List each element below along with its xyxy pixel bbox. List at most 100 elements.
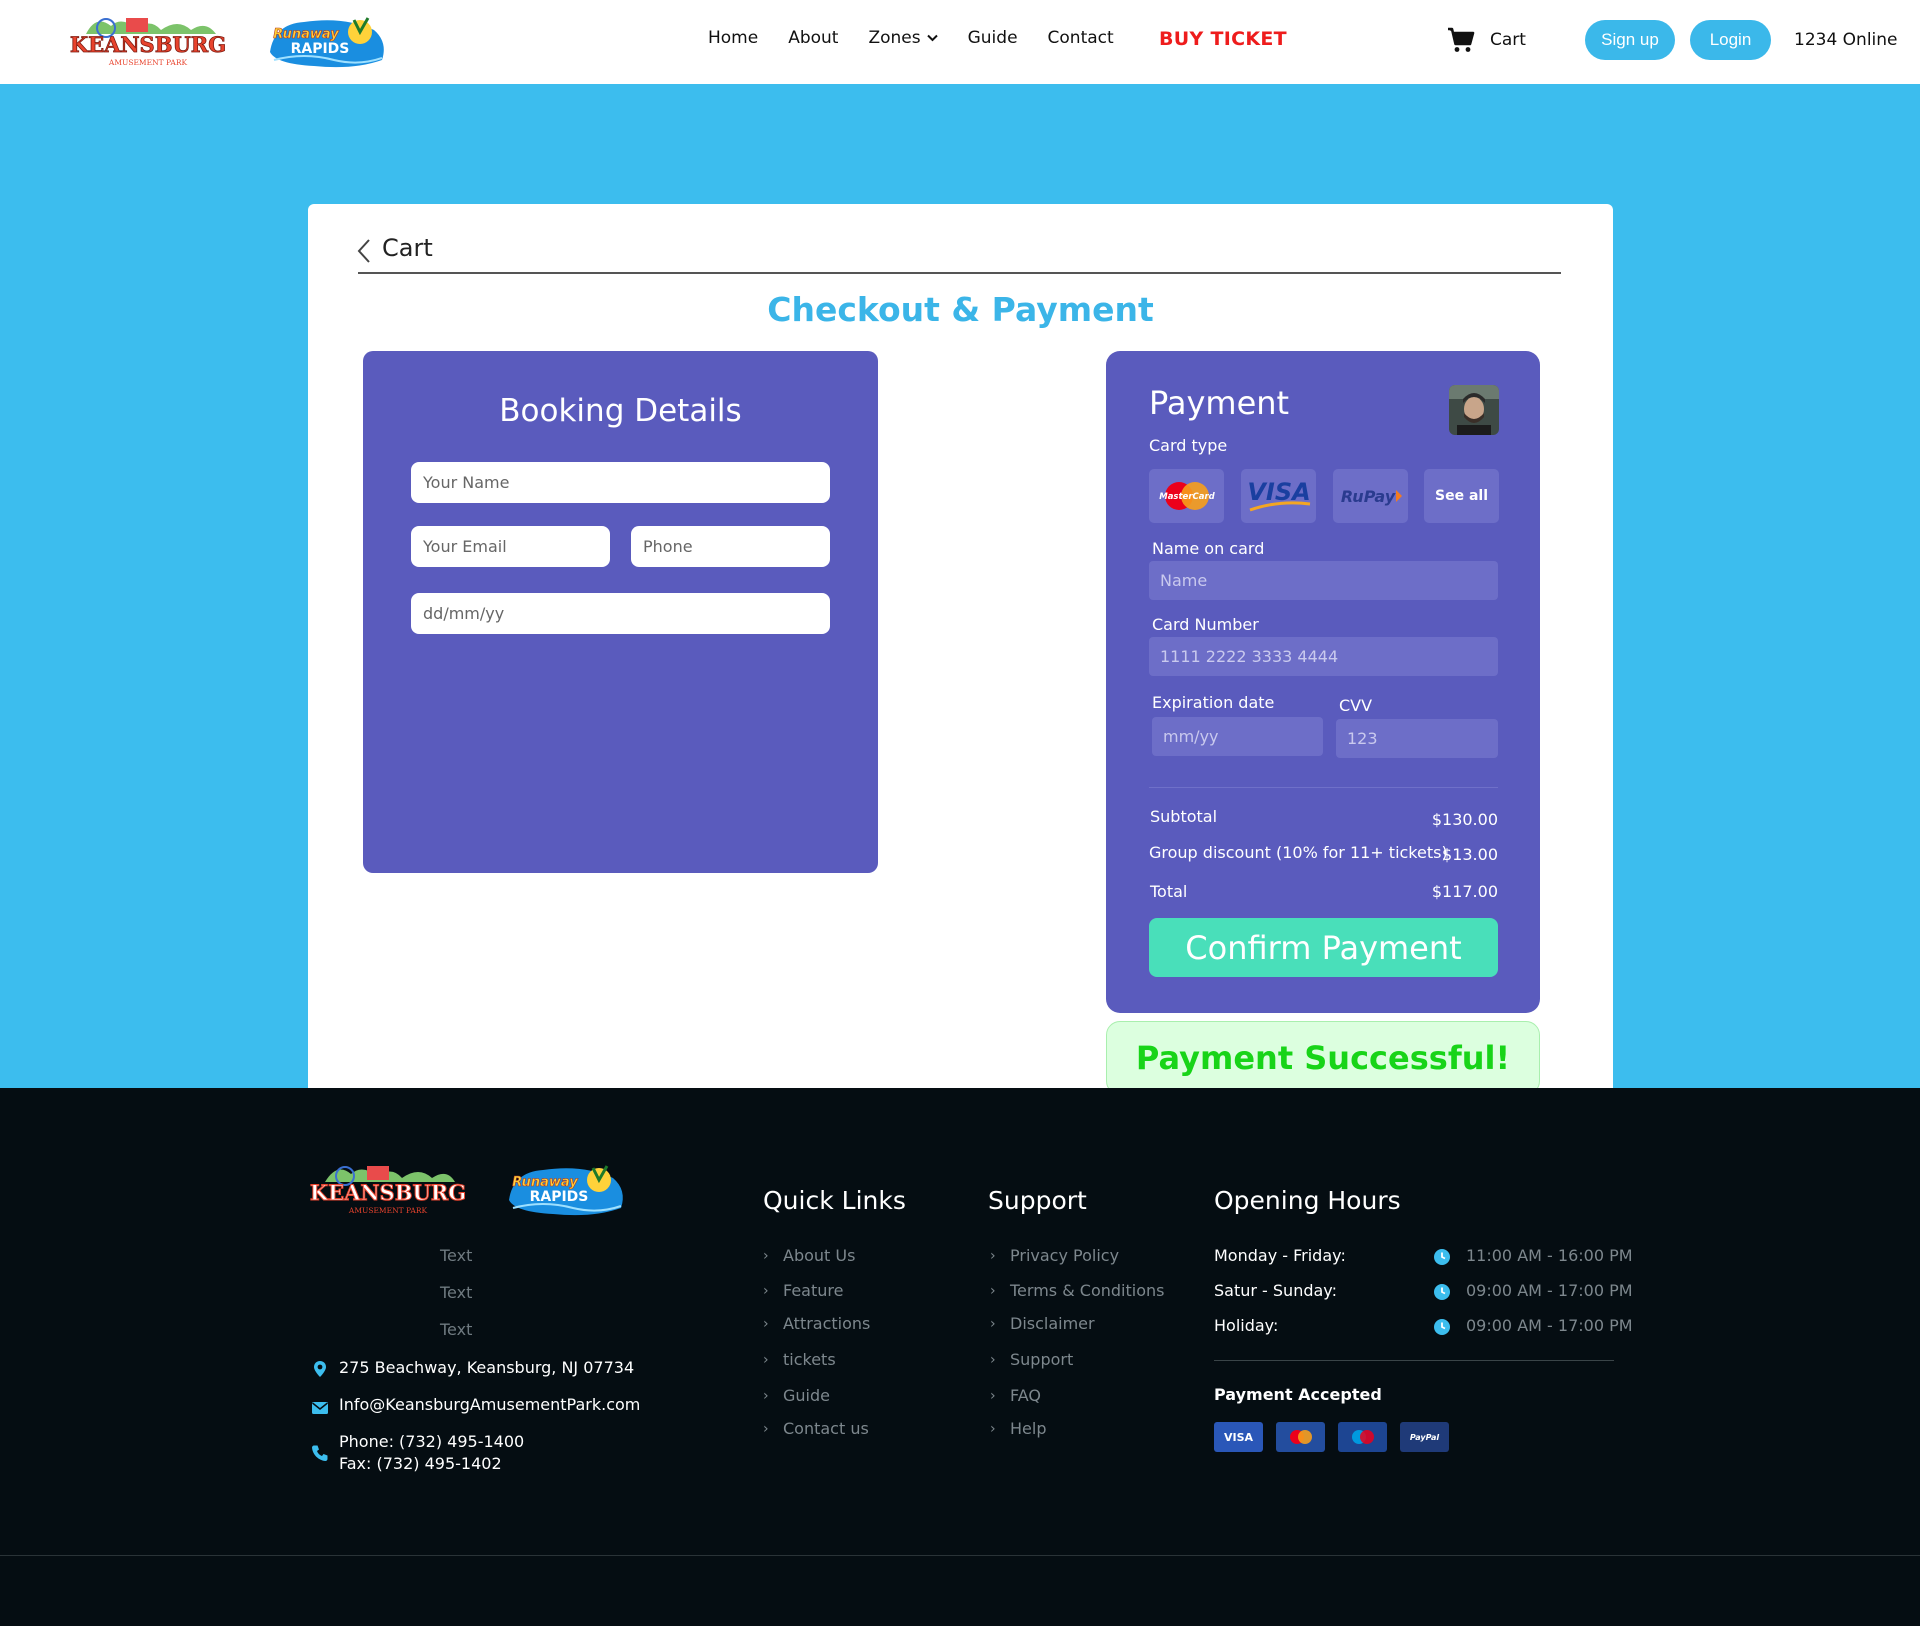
svg-text:AMUSEMENT PARK: AMUSEMENT PARK — [348, 1206, 428, 1215]
payment-accepted-label: Payment Accepted — [1214, 1385, 1382, 1404]
signup-button[interactable]: Sign up — [1585, 20, 1675, 60]
nav-zones[interactable]: Zones — [868, 28, 938, 48]
cart-link[interactable]: Cart — [1490, 30, 1526, 50]
paypal-payment-icon: PayPal — [1400, 1422, 1449, 1452]
buy-ticket-link[interactable]: BUY TICKET — [1159, 28, 1287, 50]
hours-time: 09:00 AM - 17:00 PM — [1466, 1281, 1633, 1300]
login-button[interactable]: Login — [1690, 20, 1771, 60]
footer-link-terms[interactable]: › Terms & Conditions — [990, 1281, 1164, 1300]
name-on-card-input[interactable] — [1149, 561, 1498, 600]
footer-phone: Phone: (732) 495-1400 — [339, 1432, 525, 1451]
card-type-mastercard[interactable]: MasterCard — [1149, 469, 1224, 523]
chevron-left-icon[interactable] — [356, 238, 372, 264]
card-number-input[interactable] — [1149, 637, 1498, 676]
nav-contact[interactable]: Contact — [1048, 28, 1114, 48]
footer-link-about-us[interactable]: › About Us — [763, 1246, 855, 1265]
footer-text-2: Text — [440, 1283, 473, 1302]
phone-input[interactable] — [631, 526, 830, 567]
checkout-card: Cart Checkout & Payment Booking Details … — [308, 204, 1613, 1114]
see-all-cards-button[interactable]: See all — [1424, 469, 1499, 523]
footer-text-3: Text — [440, 1320, 473, 1339]
chevron-right-icon: › — [763, 1282, 769, 1299]
footer-link-contact-us[interactable]: › Contact us — [763, 1419, 869, 1438]
footer-link-tickets[interactable]: › tickets — [763, 1350, 836, 1369]
card-type-rupay[interactable]: RuPay — [1333, 469, 1408, 523]
nav-guide[interactable]: Guide — [968, 28, 1018, 48]
back-to-cart-link[interactable]: Cart — [382, 234, 433, 262]
footer-link-label: Feature — [783, 1281, 844, 1300]
footer-link-help[interactable]: › Help — [990, 1419, 1046, 1438]
booking-title: Booking Details — [499, 393, 742, 429]
footer-link-support[interactable]: › Support — [990, 1350, 1073, 1369]
maestro-payment-icon — [1338, 1422, 1387, 1452]
footer-link-faq[interactable]: › FAQ — [990, 1386, 1041, 1405]
nav-home[interactable]: Home — [708, 28, 758, 48]
chevron-right-icon: › — [990, 1420, 996, 1437]
svg-text:MasterCard: MasterCard — [1159, 492, 1215, 502]
nav-zones-label: Zones — [868, 28, 921, 48]
chevron-right-icon: › — [763, 1351, 769, 1368]
card-number-label: Card Number — [1152, 615, 1259, 634]
see-all-label: See all — [1435, 488, 1488, 504]
footer-link-label: Terms & Conditions — [1010, 1281, 1165, 1300]
footer-email[interactable]: Info@KeansburgAmusementPark.com — [339, 1394, 640, 1416]
mastercard-icon: MasterCard — [1159, 482, 1215, 510]
keansburg-logo[interactable]: KEANSBURG AMUSEMENT PARK — [66, 12, 231, 72]
rupay-icon: RuPay — [1340, 487, 1402, 506]
clock-icon — [1434, 1249, 1450, 1265]
pm-label: VISA — [1223, 1430, 1254, 1444]
hours-time: 11:00 AM - 16:00 PM — [1466, 1246, 1633, 1265]
subtotal-value: $130.00 — [1431, 810, 1498, 829]
footer-keansburg-logo[interactable]: KEANSBURG AMUSEMENT PARK — [307, 1160, 469, 1220]
clock-icon — [1434, 1284, 1450, 1300]
cvv-input[interactable] — [1336, 719, 1498, 758]
visa-payment-icon: VISA — [1214, 1422, 1263, 1452]
footer-bottom-divider — [0, 1555, 1920, 1556]
avatar[interactable] — [1449, 385, 1499, 435]
hours-day: Satur - Sunday: — [1214, 1281, 1337, 1300]
visa-icon: VISA — [1247, 478, 1310, 512]
site-header: KEANSBURG AMUSEMENT PARK Runaway RAPIDS … — [0, 0, 1920, 84]
hours-day: Holiday: — [1214, 1316, 1279, 1335]
name-on-card-label: Name on card — [1152, 539, 1265, 558]
footer-link-label: Privacy Policy — [1010, 1246, 1120, 1265]
footer-link-feature[interactable]: › Feature — [763, 1281, 843, 1300]
chevron-right-icon: › — [990, 1247, 996, 1264]
header-divider — [358, 272, 1561, 274]
main-band: Cart Checkout & Payment Booking Details … — [0, 84, 1920, 1114]
runaway-rapids-logo[interactable]: Runaway RAPIDS — [264, 12, 389, 70]
svg-text:Runaway: Runaway — [512, 1175, 578, 1190]
svg-text:KEANSBURG: KEANSBURG — [310, 1180, 466, 1205]
chevron-right-icon: › — [763, 1420, 769, 1437]
payment-title: Payment — [1149, 384, 1290, 422]
svg-text:RuPay: RuPay — [1340, 487, 1395, 506]
footer-link-disclaimer[interactable]: › Disclaimer — [990, 1314, 1095, 1333]
footer-link-label: Help — [1010, 1419, 1047, 1438]
expiration-input[interactable] — [1152, 717, 1323, 756]
clock-icon — [1434, 1319, 1450, 1335]
card-type-visa[interactable]: VISA — [1241, 469, 1316, 523]
date-input[interactable] — [411, 593, 830, 634]
cart-icon[interactable] — [1447, 27, 1475, 53]
payment-panel: Payment Card type MasterCard VISA RuPay … — [1106, 351, 1540, 1013]
svg-text:RAPIDS: RAPIDS — [530, 1189, 589, 1205]
footer-runaway-rapids-logo[interactable]: Runaway RAPIDS — [503, 1160, 628, 1218]
confirm-payment-button[interactable]: Confirm Payment — [1149, 918, 1498, 977]
footer-fax: Fax: (732) 495-1402 — [339, 1454, 502, 1473]
name-input[interactable] — [411, 462, 830, 503]
hours-time: 09:00 AM - 17:00 PM — [1466, 1316, 1633, 1335]
chevron-down-icon — [926, 34, 938, 42]
footer-link-privacy[interactable]: › Privacy Policy — [990, 1246, 1119, 1265]
email-input[interactable] — [411, 526, 610, 567]
discount-value: $13.00 — [1442, 845, 1498, 864]
page-title: Checkout & Payment — [767, 290, 1154, 329]
footer-address: 275 Beachway, Keansburg, NJ 07734 — [339, 1358, 635, 1377]
chevron-right-icon: › — [763, 1315, 769, 1332]
nav-about[interactable]: About — [788, 28, 838, 48]
location-pin-icon — [314, 1361, 326, 1377]
footer-link-guide[interactable]: › Guide — [763, 1386, 830, 1405]
footer-link-attractions[interactable]: › Attractions — [763, 1314, 870, 1333]
subtotal-label: Subtotal — [1150, 807, 1218, 826]
opening-hours-title: Opening Hours — [1214, 1186, 1401, 1215]
mail-icon — [312, 1402, 328, 1414]
